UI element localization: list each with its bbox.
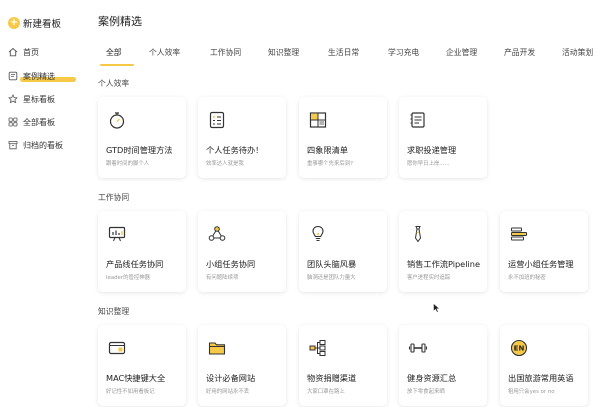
folder-icon: [208, 342, 226, 355]
new-board-button[interactable]: + 新建看板: [8, 14, 61, 32]
template-card-team-tasks[interactable]: 小组任务协同 有问题陆续项: [198, 211, 286, 292]
card-subtitle: 客户进程实时追踪: [407, 275, 451, 281]
stacked-bars-icon: [511, 227, 527, 241]
checklist-icon: [209, 111, 225, 129]
card-subtitle: 好用的网站永不丢: [206, 389, 250, 395]
sidebar-item-label: 案例精选: [23, 71, 55, 81]
dumbbell-icon: [408, 343, 428, 353]
card-title: 物资捐赠渠道: [307, 373, 357, 383]
card-subtitle: 效率达人就是我: [206, 161, 244, 167]
tab-personal-efficiency[interactable]: 个人效率: [149, 47, 180, 58]
sidebar: + 新建看板 首页 案例精选 星标看板 全部看板 归档的看板: [0, 0, 82, 407]
svg-text:EN: EN: [514, 345, 525, 353]
new-board-label: 新建看板: [23, 19, 62, 30]
sidebar-item-label: 归档的看板: [23, 140, 63, 150]
template-card-brainstorm[interactable]: 团队头脑风暴 脑洞还是团队力量大: [299, 211, 387, 292]
card-title: MAC快捷键大全: [106, 373, 166, 383]
template-card-ops-team[interactable]: 运营小组任务管理 永不加班的秘密: [500, 211, 588, 292]
featured-icon: [8, 71, 18, 81]
card-subtitle: 重事哪个先来后到?: [307, 161, 353, 167]
english-badge-icon: EN: [510, 339, 528, 357]
sidebar-item-label: 星标看板: [23, 94, 55, 104]
sidebar-item-archived[interactable]: 归档的看板: [8, 137, 76, 153]
template-card-todo[interactable]: 个人任务待办！ 效率达人就是我: [198, 97, 286, 178]
presentation-icon: [108, 226, 126, 242]
sidebar-item-all-boards[interactable]: 全部看板: [8, 114, 76, 130]
mouse-cursor-icon: [433, 303, 441, 313]
template-card-donation-channels[interactable]: 物资捐赠渠道 大家口罩在路上: [299, 325, 387, 406]
card-title: 求职投递管理: [407, 145, 457, 155]
team-network-icon: [208, 226, 226, 241]
archive-icon: [8, 141, 18, 150]
card-title: 小组任务协同: [206, 259, 256, 269]
grid-icon: [8, 117, 18, 127]
necktie-icon: [414, 226, 422, 243]
sidebar-item-featured[interactable]: 案例精选: [8, 68, 76, 84]
card-subtitle: 跟着时间的脚个人: [106, 161, 150, 167]
category-tabs: 全部 个人效率 工作协同 知识整理 生活日常 学习充电 企业管理 产品开发 活动…: [88, 44, 600, 62]
sidebar-item-label: 首页: [23, 47, 39, 57]
plus-icon: +: [8, 17, 20, 29]
stopwatch-icon: [109, 112, 125, 129]
tab-work-collaboration[interactable]: 工作协同: [210, 47, 241, 58]
card-subtitle: 永不加班的秘密: [508, 275, 546, 281]
card-subtitle: 放下零食起来晒: [407, 389, 445, 395]
star-icon: [8, 94, 18, 103]
tab-enterprise[interactable]: 企业管理: [446, 47, 477, 58]
card-title: 设计必备网站: [206, 373, 256, 383]
page-title: 案例精选: [98, 15, 142, 28]
card-subtitle: 脑洞还是团队力量大: [307, 275, 356, 281]
card-title: 产品线任务协同: [106, 259, 164, 269]
card-subtitle: 大家口罩在路上: [307, 389, 345, 395]
sidebar-item-home[interactable]: 首页: [8, 44, 76, 60]
template-card-job-tracking[interactable]: 求职投递管理 愿你早日上岸......: [399, 97, 487, 178]
tab-product-dev[interactable]: 产品开发: [504, 47, 535, 58]
card-subtitle: 好记性不如用看板记: [106, 389, 155, 395]
tab-all[interactable]: 全部: [106, 47, 122, 58]
card-subtitle: 有问题陆续项: [206, 275, 239, 281]
notebook-icon: [410, 112, 425, 128]
template-card-sales-pipeline[interactable]: 销售工作流Pipeline 客户进程实时追踪: [399, 211, 487, 292]
card-title: 运营小组任务管理: [508, 259, 574, 269]
template-card-fitness[interactable]: 健身资源汇总 放下零食起来晒: [399, 325, 487, 406]
tab-learning[interactable]: 学习充电: [388, 47, 419, 58]
home-icon: [8, 47, 18, 57]
section-title-knowledge: 知识整理: [98, 307, 130, 316]
template-card-travel-english[interactable]: EN 出国旅游常用英语 租用只会yes or no: [500, 325, 588, 406]
template-card-product-line[interactable]: 产品线任务协同 leader的管控神器: [98, 211, 186, 292]
card-subtitle: 租用只会yes or no: [508, 389, 555, 395]
card-subtitle: leader的管控神器: [106, 275, 151, 281]
card-title: 出国旅游常用英语: [508, 373, 574, 383]
template-card-design-sites[interactable]: 设计必备网站 好用的网站永不丢: [198, 325, 286, 406]
template-card-mac-shortcuts[interactable]: MAC快捷键大全 好记性不如用看板记: [98, 325, 186, 406]
template-card-quadrant[interactable]: 四象限清单 重事哪个先来后到?: [299, 97, 387, 178]
active-tab-indicator: [100, 64, 134, 66]
card-title: GTD时间管理方法: [106, 145, 173, 155]
card-title: 团队头脑风暴: [307, 259, 357, 269]
tab-daily-life[interactable]: 生活日常: [328, 47, 359, 58]
section-title-personal: 个人效率: [98, 79, 130, 88]
card-title: 四象限清单: [307, 145, 348, 155]
template-card-gtd[interactable]: GTD时间管理方法 跟着时间的脚个人: [98, 97, 186, 178]
lightbulb-icon: [312, 225, 324, 242]
tab-knowledge[interactable]: 知识整理: [268, 47, 299, 58]
quadrant-icon: [309, 112, 327, 128]
section-title-work: 工作协同: [98, 193, 130, 202]
card-title: 个人任务待办！: [206, 145, 264, 155]
tab-event-planning[interactable]: 活动策划: [562, 47, 593, 58]
flowchart-icon: [309, 340, 326, 356]
keyboard-card-icon: [108, 341, 126, 355]
sidebar-item-starred[interactable]: 星标看板: [8, 91, 76, 107]
card-title: 健身资源汇总: [407, 373, 457, 383]
card-title: 销售工作流Pipeline: [407, 259, 480, 269]
sidebar-item-label: 全部看板: [23, 117, 55, 127]
card-subtitle: 愿你早日上岸......: [407, 161, 450, 167]
